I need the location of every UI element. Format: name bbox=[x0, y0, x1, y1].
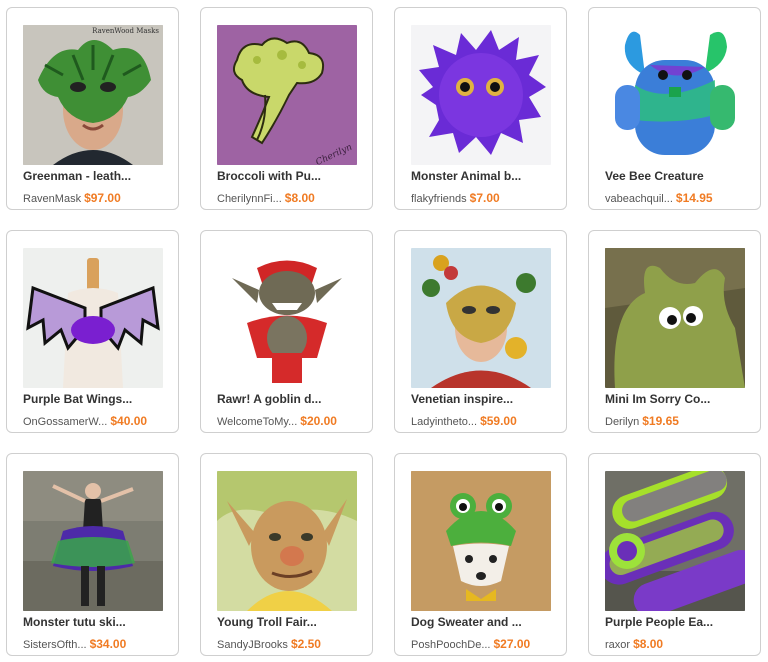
vee-bee-image[interactable] bbox=[605, 25, 745, 165]
listing-seller[interactable]: CherilynnFi... bbox=[217, 193, 282, 205]
listing-seller[interactable]: OnGossamerW... bbox=[23, 416, 107, 428]
listing-seller[interactable]: Derilyn bbox=[605, 416, 639, 428]
listing-title[interactable]: Dog Sweater and ... bbox=[411, 615, 561, 629]
listing-price: $27.00 bbox=[493, 637, 531, 651]
goblin-doll-photo bbox=[217, 248, 357, 388]
tutu-image[interactable] bbox=[23, 471, 163, 611]
ravenwood-watermark: RavenWood Masks bbox=[92, 27, 159, 35]
listing-title[interactable]: Mini Im Sorry Co... bbox=[605, 392, 755, 406]
listing-meta: SandyJBrooks $2.50 bbox=[217, 635, 372, 653]
listing-meta: Derilyn $19.65 bbox=[605, 412, 760, 430]
troll-painting bbox=[217, 471, 357, 611]
listing-card-goblin[interactable]: Rawr! A goblin d... WelcomeToMy... $20.00 bbox=[200, 230, 373, 433]
tutu-skirt-photo bbox=[23, 471, 163, 611]
listing-title[interactable]: Venetian inspire... bbox=[411, 392, 561, 406]
listing-card-tutu[interactable]: Monster tutu ski... SistersOfth... $34.00 bbox=[6, 453, 179, 656]
listing-seller[interactable]: PoshPoochDe... bbox=[411, 639, 491, 651]
dog-frog-hat-photo bbox=[411, 471, 551, 611]
listing-price: $19.65 bbox=[642, 414, 679, 428]
purple-fuzzy-monster-photo bbox=[411, 25, 551, 165]
listing-title[interactable]: Monster Animal b... bbox=[411, 169, 561, 183]
listing-card-greenman[interactable]: RavenWood Masks Greenman - leath... Rave… bbox=[6, 7, 179, 210]
listing-price: $97.00 bbox=[84, 191, 121, 205]
listing-price: $20.00 bbox=[300, 414, 337, 428]
listing-meta: Ladyintheto... $59.00 bbox=[411, 412, 566, 430]
felted-rolls-photo bbox=[605, 471, 745, 611]
listing-meta: raxor $8.00 bbox=[605, 635, 760, 653]
listing-meta: flakyfriends $7.00 bbox=[411, 189, 566, 207]
monster-animal-image[interactable] bbox=[411, 25, 551, 165]
purple-people-eater-image[interactable] bbox=[605, 471, 745, 611]
listing-seller[interactable]: raxor bbox=[605, 639, 630, 651]
listing-seller[interactable]: SistersOfth... bbox=[23, 639, 87, 651]
listing-seller[interactable]: WelcomeToMy... bbox=[217, 416, 297, 428]
listing-price: $34.00 bbox=[89, 637, 127, 651]
goblin-image[interactable] bbox=[217, 248, 357, 388]
listing-price: $8.00 bbox=[633, 637, 664, 651]
listing-title[interactable]: Rawr! A goblin d... bbox=[217, 392, 367, 406]
listing-meta: SistersOfth... $34.00 bbox=[23, 635, 178, 653]
listing-card-dog-sweater[interactable]: Dog Sweater and ... PoshPoochDe... $27.00 bbox=[394, 453, 567, 656]
listing-meta: RavenMask $97.00 bbox=[23, 189, 178, 207]
listing-card-bat-wings[interactable]: Purple Bat Wings... OnGossamerW... $40.00 bbox=[6, 230, 179, 433]
troll-image[interactable] bbox=[217, 471, 357, 611]
listing-meta: PoshPoochDe... $27.00 bbox=[411, 635, 566, 653]
green-plush-monster-photo bbox=[605, 248, 745, 388]
listing-price: $7.00 bbox=[469, 191, 500, 205]
listing-grid: RavenWood Masks Greenman - leath... Rave… bbox=[6, 7, 761, 656]
listing-card-troll[interactable]: Young Troll Fair... SandyJBrooks $2.50 bbox=[200, 453, 373, 656]
listing-card-purple-people-eater[interactable]: Purple People Ea... raxor $8.00 bbox=[588, 453, 761, 656]
bat-wings-photo bbox=[23, 248, 163, 388]
listing-meta: WelcomeToMy... $20.00 bbox=[217, 412, 372, 430]
listing-title[interactable]: Vee Bee Creature bbox=[605, 169, 755, 183]
listing-card-im-sorry[interactable]: Mini Im Sorry Co... Derilyn $19.65 bbox=[588, 230, 761, 433]
listing-price: $40.00 bbox=[110, 414, 148, 428]
broccoli-image[interactable]: Cherilyn bbox=[217, 25, 357, 165]
listing-title[interactable]: Purple People Ea... bbox=[605, 615, 755, 629]
listing-card-broccoli[interactable]: Cherilyn Broccoli with Pu... CherilynnFi… bbox=[200, 7, 373, 210]
listing-title[interactable]: Purple Bat Wings... bbox=[23, 392, 173, 406]
listing-price: $2.50 bbox=[290, 637, 321, 651]
listing-price: $8.00 bbox=[284, 191, 315, 205]
greenman-mask-photo: RavenWood Masks bbox=[23, 25, 163, 165]
im-sorry-image[interactable] bbox=[605, 248, 745, 388]
dog-sweater-image[interactable] bbox=[411, 471, 551, 611]
venetian-mask-image[interactable] bbox=[411, 248, 551, 388]
venetian-mask-photo bbox=[411, 248, 551, 388]
listing-card-vee-bee[interactable]: Vee Bee Creature vabeachquil... $14.95 bbox=[588, 7, 761, 210]
broccoli-painting: Cherilyn bbox=[217, 25, 357, 165]
listing-title[interactable]: Monster tutu ski... bbox=[23, 615, 173, 629]
listing-price: $59.00 bbox=[480, 414, 517, 428]
listing-card-monster-animal[interactable]: Monster Animal b... flakyfriends $7.00 bbox=[394, 7, 567, 210]
listing-meta: vabeachquil... $14.95 bbox=[605, 189, 760, 207]
tiedye-plush-creature-photo bbox=[605, 25, 745, 165]
listing-meta: OnGossamerW... $40.00 bbox=[23, 412, 178, 430]
listing-price: $14.95 bbox=[675, 191, 713, 205]
listing-card-venetian[interactable]: Venetian inspire... Ladyintheto... $59.00 bbox=[394, 230, 567, 433]
listing-meta: CherilynnFi... $8.00 bbox=[217, 189, 372, 207]
listing-title[interactable]: Broccoli with Pu... bbox=[217, 169, 367, 183]
listing-seller[interactable]: Ladyintheto... bbox=[411, 416, 477, 428]
listing-seller[interactable]: RavenMask bbox=[23, 193, 81, 205]
bat-wings-image[interactable] bbox=[23, 248, 163, 388]
listing-seller[interactable]: flakyfriends bbox=[411, 193, 467, 205]
greenman-mask-image[interactable]: RavenWood Masks bbox=[23, 25, 163, 165]
listing-title[interactable]: Young Troll Fair... bbox=[217, 615, 367, 629]
listing-title[interactable]: Greenman - leath... bbox=[23, 169, 173, 183]
listing-seller[interactable]: SandyJBrooks bbox=[217, 639, 288, 651]
listing-seller[interactable]: vabeachquil... bbox=[605, 193, 673, 205]
